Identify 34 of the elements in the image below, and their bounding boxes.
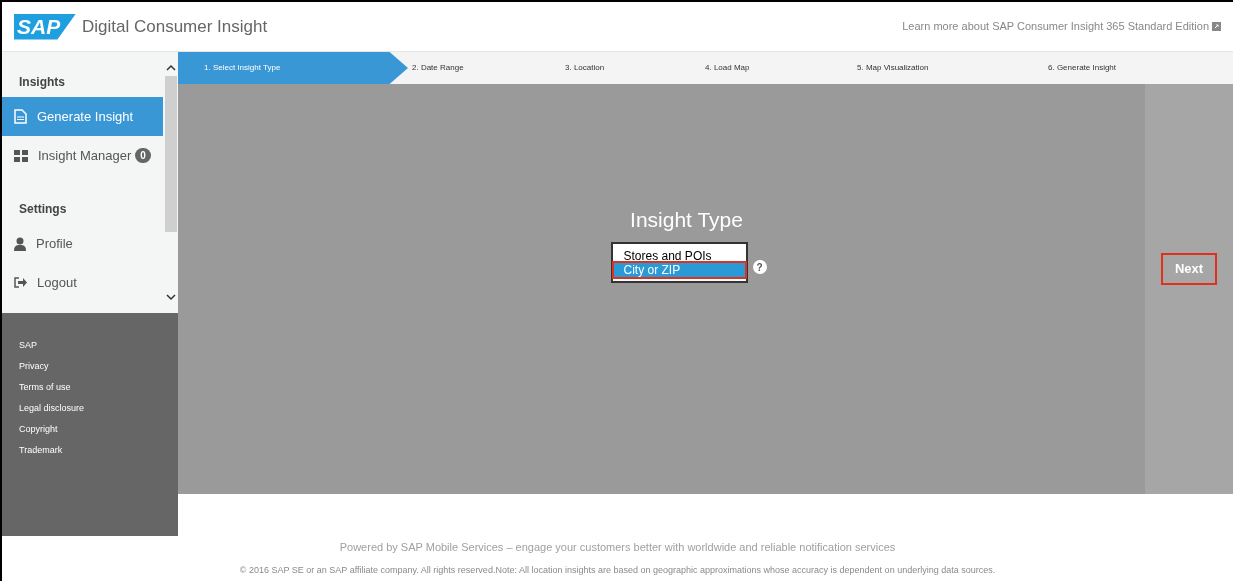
panel-title: Insight Type: [630, 207, 743, 233]
sap-logo: SAP: [14, 13, 76, 40]
footer-link[interactable]: Privacy: [19, 360, 161, 373]
wizard-step[interactable]: 3. Location: [561, 52, 701, 84]
help-icon[interactable]: ?: [752, 260, 767, 274]
nav-item[interactable]: Insight Manager 0: [2, 136, 163, 175]
document-icon: [14, 109, 27, 124]
app-title: Digital Consumer Insight: [82, 15, 268, 38]
logout-icon: [14, 277, 27, 288]
user-icon: [14, 236, 26, 251]
wizard-step[interactable]: 5. Map Visualization: [853, 52, 1044, 84]
list-option[interactable]: Stores and POIs: [613, 248, 745, 263]
external-link-icon: [1212, 22, 1221, 31]
wizard-step[interactable]: 6. Generate Insight: [1044, 52, 1194, 84]
legal-note: © 2016 SAP SE or an SAP affiliate company. All rights reserved.Note: All location insights are based on geographic approximations whose accuracy is dependent on underlying data sources.: [239, 563, 996, 577]
footer-link[interactable]: Trademark: [19, 444, 161, 457]
chevron-up-icon[interactable]: [165, 64, 176, 71]
scroll-thumb[interactable]: [164, 76, 177, 232]
powered-by-text: Powered by SAP Mobile Services – engage your customers better with worldwide and reliable notification services: [339, 540, 896, 555]
footer-link[interactable]: SAP: [19, 339, 161, 352]
grid-icon: [14, 149, 28, 162]
footer-link[interactable]: Copyright: [19, 423, 161, 436]
count-badge: 0: [135, 148, 151, 163]
nav-item[interactable]: Profile: [2, 224, 163, 263]
chevron-down-icon[interactable]: [165, 294, 176, 301]
footer-link[interactable]: Legal disclosure: [19, 402, 161, 415]
nav-item[interactable]: Logout: [2, 263, 163, 302]
section-heading: Insights: [18, 74, 66, 91]
wizard-step[interactable]: 4. Load Map: [701, 52, 853, 84]
section-heading: Settings: [18, 201, 68, 218]
insight-type-list[interactable]: Stores and POIs City or ZIP: [610, 241, 748, 283]
footer-link[interactable]: Terms of use: [19, 381, 161, 394]
wizard-step[interactable]: 2. Date Range: [408, 52, 561, 84]
learn-more-link[interactable]: Learn more about SAP Consumer Insight 365 Standard Edition: [902, 18, 1209, 35]
